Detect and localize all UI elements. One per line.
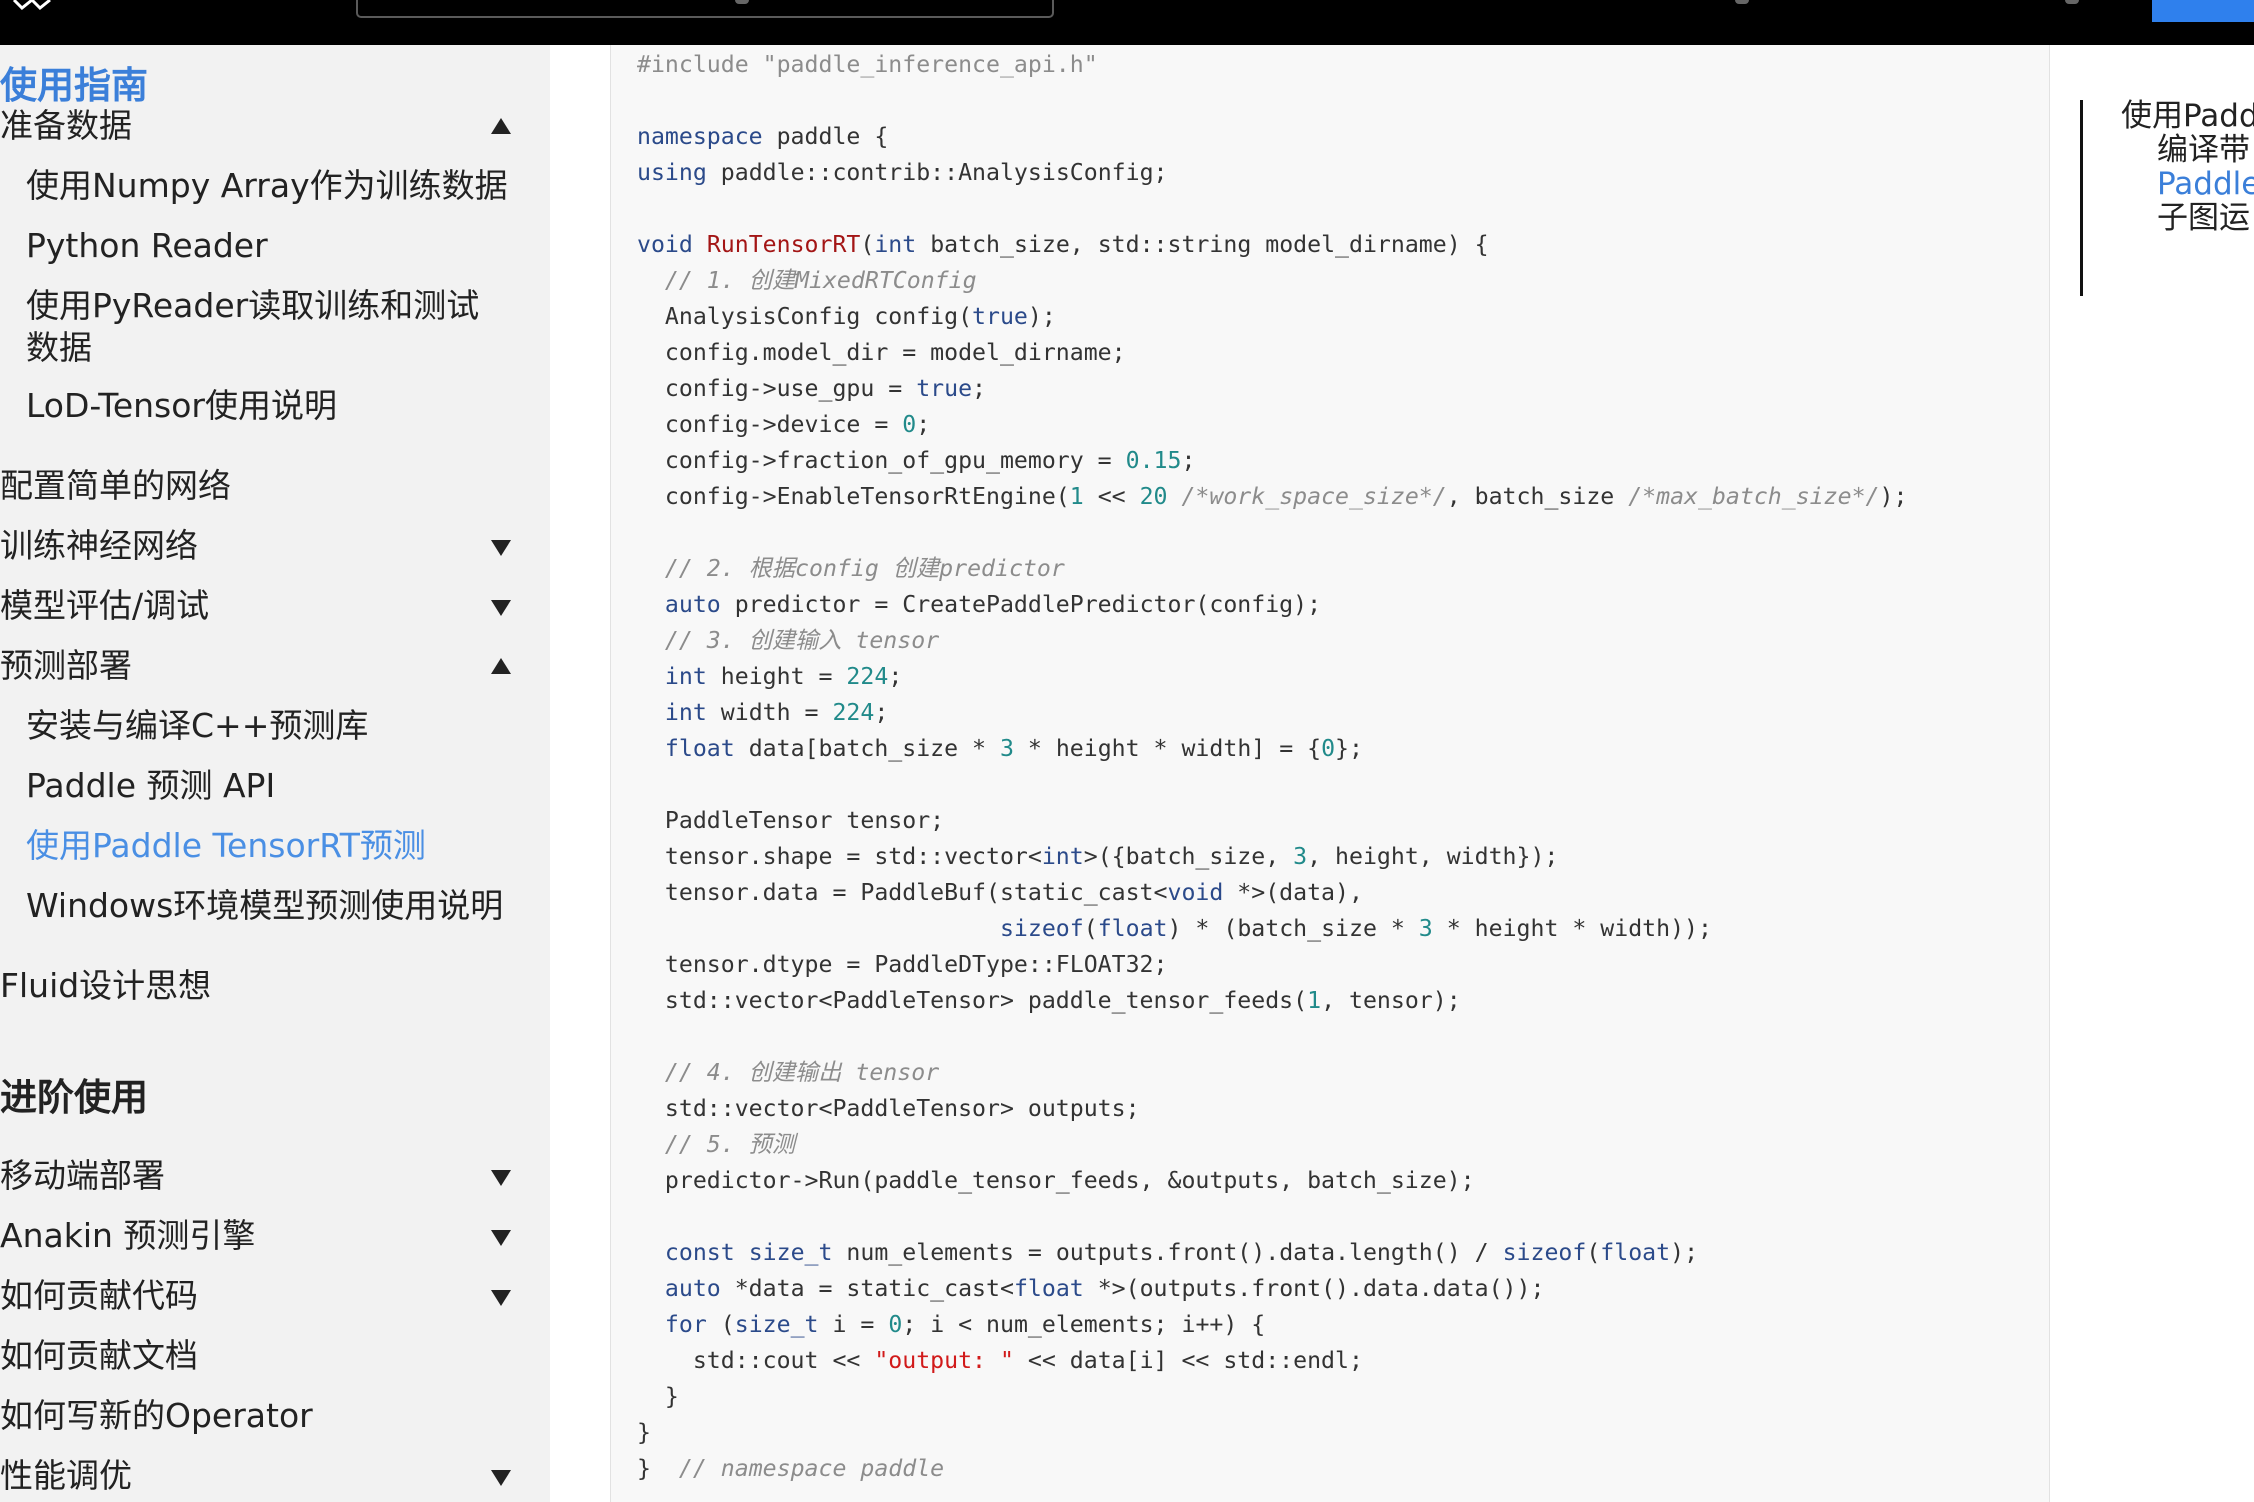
sidebar-item-label: 进阶使用 xyxy=(0,1076,148,1119)
caret-down-icon[interactable] xyxy=(491,1290,511,1306)
sidebar-item-17[interactable]: 移动端部署 xyxy=(0,1149,550,1203)
sidebar-item-label: 安装与编译C++预测库 xyxy=(26,706,369,745)
sidebar-item-7[interactable]: 配置简单的网络 xyxy=(0,459,550,513)
sidebar-item-label: Paddle 预测 API xyxy=(26,766,276,805)
caret-down-icon[interactable] xyxy=(491,1170,511,1186)
sidebar-item-6[interactable]: LoD-Tensor使用说明 xyxy=(0,379,550,433)
caret-down-icon[interactable] xyxy=(491,1470,511,1486)
caret-down-icon[interactable] xyxy=(491,540,511,556)
sidebar-item-3[interactable]: 使用Numpy Array作为训练数据 xyxy=(0,159,550,213)
caret-down-icon[interactable] xyxy=(491,600,511,616)
search-input[interactable] xyxy=(356,0,1054,18)
sidebar-item-9[interactable]: 模型评估/调试 xyxy=(0,579,550,633)
caret-up-icon[interactable] xyxy=(491,118,511,134)
sidebar-item-14[interactable]: Windows环境模型预测使用说明 xyxy=(0,879,550,933)
sidebar-item-label: 如何贡献代码 xyxy=(0,1276,198,1315)
sidebar-item-label: Fluid设计思想 xyxy=(0,966,212,1005)
sidebar-item-20[interactable]: 如何贡献文档 xyxy=(0,1329,550,1383)
sidebar-item-label: 性能调优 xyxy=(0,1456,132,1495)
sidebar-item-label: 使用Paddle TensorRT预测 xyxy=(26,826,426,865)
caret-up-icon[interactable] xyxy=(491,658,511,674)
sidebar-item-13[interactable]: 使用Paddle TensorRT预测 xyxy=(0,819,550,873)
sidebar-item-19[interactable]: 如何贡献代码 xyxy=(0,1269,550,1323)
sidebar-item-11[interactable]: 安装与编译C++预测库 xyxy=(0,699,550,753)
sidebar-item-10[interactable]: 预测部署 xyxy=(0,639,550,693)
nav-link-fragment[interactable] xyxy=(2065,0,2079,4)
code-content: #include "paddle_inference_api.h" namesp… xyxy=(637,51,1908,1482)
sidebar-nav: 使用指南 准备数据 使用Numpy Array作为训练数据 Python Reader… xyxy=(0,45,550,1502)
toc-item[interactable]: 子图运 xyxy=(2157,196,2250,240)
sidebar-item-label: LoD-Tensor使用说明 xyxy=(26,386,338,425)
top-action-button[interactable] xyxy=(2152,0,2254,22)
sidebar-item-5[interactable]: 使用PyReader读取训练和测试数据 xyxy=(0,279,550,375)
caret-down-icon[interactable] xyxy=(491,1230,511,1246)
top-nav-bar xyxy=(0,0,2254,45)
sidebar-item-label: Windows环境模型预测使用说明 xyxy=(26,886,504,925)
table-of-contents: 使用Padd 编译带 Paddle 子图运 xyxy=(2080,98,2254,296)
sidebar-item-label: 如何贡献文档 xyxy=(0,1336,198,1375)
sidebar-item-label: 使用PyReader读取训练和测试数据 xyxy=(26,286,480,367)
sidebar-item-2[interactable]: 准备数据 xyxy=(0,99,550,153)
search-text-fragment xyxy=(735,0,749,4)
sidebar-item-label: Python Reader xyxy=(26,226,268,265)
code-block: #include "paddle_inference_api.h" namesp… xyxy=(610,45,2050,1502)
sidebar-item-15[interactable]: Fluid设计思想 xyxy=(0,959,550,1013)
sidebar-item-4[interactable]: Python Reader xyxy=(0,219,550,273)
sidebar-section-16[interactable]: 进阶使用 xyxy=(0,1071,550,1125)
sidebar-item-label: 使用Numpy Array作为训练数据 xyxy=(26,166,508,205)
sidebar-item-21[interactable]: 如何写新的Operator xyxy=(0,1389,550,1443)
sidebar-item-22[interactable]: 性能调优 xyxy=(0,1449,550,1502)
sidebar-item-label: 配置简单的网络 xyxy=(0,466,231,505)
sidebar-item-label: 预测部署 xyxy=(0,646,132,685)
sidebar-item-label: 准备数据 xyxy=(0,106,132,145)
sidebar-item-label: 如何写新的Operator xyxy=(0,1396,313,1435)
nav-link-fragment[interactable] xyxy=(1735,0,1749,4)
sidebar-item-label: 模型评估/调试 xyxy=(0,586,210,625)
double-chevron-left-icon[interactable] xyxy=(10,0,60,16)
sidebar-item-label: 训练神经网络 xyxy=(0,526,198,565)
sidebar-item-18[interactable]: Anakin 预测引擎 xyxy=(0,1209,550,1263)
sidebar-item-label: Anakin 预测引擎 xyxy=(0,1216,256,1255)
sidebar-item-label: 移动端部署 xyxy=(0,1156,165,1195)
sidebar-item-8[interactable]: 训练神经网络 xyxy=(0,519,550,573)
sidebar-item-12[interactable]: Paddle 预测 API xyxy=(0,759,550,813)
